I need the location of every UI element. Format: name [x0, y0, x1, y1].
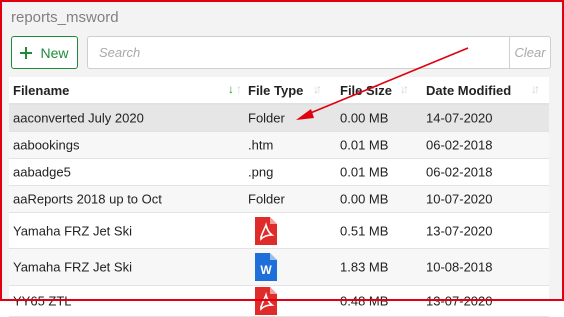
panel-title: reports_msword [11, 9, 119, 26]
cell-date-modified: 06-02-2018 [426, 137, 493, 153]
cell-filesize: 1.83 MB [340, 259, 389, 275]
sort-desc-icon[interactable]: ↓ [228, 82, 234, 96]
cell-filesize: 0.00 MB [340, 110, 389, 126]
cell-filetype: Folder [248, 110, 285, 126]
cell-filesize: 0.51 MB [340, 223, 389, 238]
cell-filename: YY65 ZTL [13, 293, 72, 309]
cell-date-modified: 10-08-2018 [426, 259, 493, 275]
word-icon: W [255, 253, 277, 281]
file-table: Filename ↓ ↑ File Type ↓↑ File Size ↓↑ D… [9, 77, 549, 317]
new-button[interactable]: New [11, 36, 78, 69]
cell-filesize: 0.01 MB [340, 137, 389, 153]
table-row[interactable]: aabadge5 .png 0.01 MB 06-02-2018 [9, 159, 549, 186]
cell-date-modified: 13-07-2020 [426, 293, 493, 309]
plus-icon [20, 46, 33, 59]
cell-filetype: .htm [248, 137, 274, 153]
svg-text:W: W [260, 263, 272, 277]
cell-filename: aabadge5 [13, 164, 71, 180]
table-row[interactable]: YY65 ZTL 0.48 MB 13-07-2020 [9, 286, 549, 317]
table-row[interactable]: aaReports 2018 up to Oct Folder 0.00 MB 10-… [9, 186, 549, 213]
cell-filename: aaReports 2018 up to Oct [13, 191, 162, 207]
cell-filename: aabookings [13, 137, 80, 153]
cell-filename: Yamaha FRZ Jet Ski [13, 223, 132, 238]
table-row[interactable]: Yamaha FRZ Jet Ski 0.51 MB 13-07-2020 [9, 213, 549, 249]
sort-icon[interactable]: ↓↑ [531, 82, 540, 96]
cell-date-modified: 06-02-2018 [426, 164, 493, 180]
new-button-label: New [40, 44, 69, 61]
search-input[interactable] [88, 37, 509, 68]
cell-filetype: .png [248, 164, 274, 180]
header-filesize[interactable]: File Size [340, 83, 392, 98]
pdf-icon [255, 287, 277, 315]
cell-filename: aaconverted July 2020 [13, 110, 144, 126]
table-header: Filename ↓ ↑ File Type ↓↑ File Size ↓↑ D… [9, 77, 549, 105]
header-filetype[interactable]: File Type [248, 83, 303, 98]
search-box: Clear [87, 36, 551, 69]
table-row[interactable]: aabookings .htm 0.01 MB 06-02-2018 [9, 132, 549, 159]
cell-date-modified: 14-07-2020 [426, 110, 493, 126]
pdf-icon [255, 216, 277, 245]
table-row[interactable]: Yamaha FRZ Jet Ski 1.83 MB 10-08-2018 W [9, 249, 549, 286]
header-filename[interactable]: Filename [13, 83, 69, 98]
cell-filename: Yamaha FRZ Jet Ski [13, 259, 132, 275]
sort-neutral-icon[interactable]: ↑ [236, 82, 242, 96]
table-body: aaconverted July 2020 Folder 0.00 MB 14-07-… [9, 105, 549, 317]
cell-filesize: 0.00 MB [340, 191, 389, 207]
clear-button[interactable]: Clear [509, 37, 550, 68]
cell-date-modified: 10-07-2020 [426, 191, 493, 207]
table-row[interactable]: aaconverted July 2020 Folder 0.00 MB 14-07-… [9, 105, 549, 132]
sort-icon[interactable]: ↓↑ [400, 82, 409, 96]
cell-date-modified: 13-07-2020 [426, 223, 493, 238]
header-date-modified[interactable]: Date Modified [426, 83, 511, 98]
cell-filetype: Folder [248, 191, 285, 207]
cell-filesize: 0.48 MB [340, 293, 389, 309]
sort-icon[interactable]: ↓↑ [313, 82, 322, 96]
cell-filesize: 0.01 MB [340, 164, 389, 180]
